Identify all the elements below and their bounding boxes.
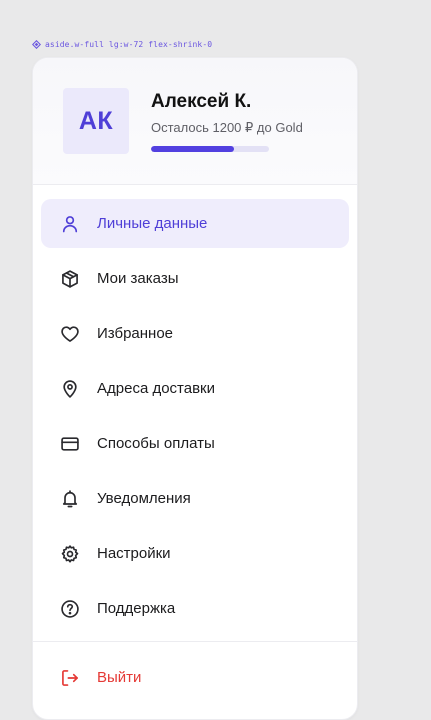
avatar: АК [63,88,129,154]
menu-item-label: Избранное [97,325,174,342]
user-name: Алексей К. [151,91,252,112]
menu-item-delivery-addresses[interactable]: Адреса доставки [41,364,349,413]
menu-item-support[interactable]: Поддержка [41,584,349,633]
logout-button[interactable]: Выйти [41,642,349,713]
menu-item-label: Поддержка [97,600,176,617]
help-circle-icon [60,599,80,619]
logout-icon [60,668,80,688]
menu-item-personal-data[interactable]: Личные данные [41,199,349,248]
package-icon [60,269,80,289]
menu-item-label: Личные данные [97,215,208,232]
diamond-icon [32,40,41,49]
menu-item-label: Мои заказы [97,270,179,287]
menu-item-label: Настройки [97,545,171,562]
devtools-element-label: aside.w-full lg:w-72 flex-shrink-0 [32,40,212,49]
loyalty-status: Осталось 1200 ₽ до Gold [151,120,303,135]
account-menu: Личные данные Мои заказы Избранное Адрес… [33,185,357,713]
menu-item-label: Адреса доставки [97,380,216,397]
menu-item-settings[interactable]: Настройки [41,529,349,578]
devtools-selector-text: aside.w-full lg:w-72 flex-shrink-0 [45,40,213,49]
menu-item-label: Уведомления [97,490,191,507]
heart-icon [60,324,80,344]
bell-icon [60,489,80,509]
gear-icon [60,544,80,564]
account-sidebar: АК Алексей К. Осталось 1200 ₽ до Gold Ли… [32,57,358,720]
menu-item-notifications[interactable]: Уведомления [41,474,349,523]
profile-header: АК Алексей К. Осталось 1200 ₽ до Gold [33,58,357,185]
menu-item-label: Способы оплаты [97,435,215,452]
menu-item-payment-methods[interactable]: Способы оплаты [41,419,349,468]
menu-item-favorites[interactable]: Избранное [41,309,349,358]
user-icon [60,214,80,234]
map-pin-icon [60,379,80,399]
loyalty-progress-bar [151,146,269,152]
loyalty-progress-fill [151,146,234,152]
menu-item-orders[interactable]: Мои заказы [41,254,349,303]
logout-label: Выйти [97,669,142,686]
credit-card-icon [60,434,80,454]
